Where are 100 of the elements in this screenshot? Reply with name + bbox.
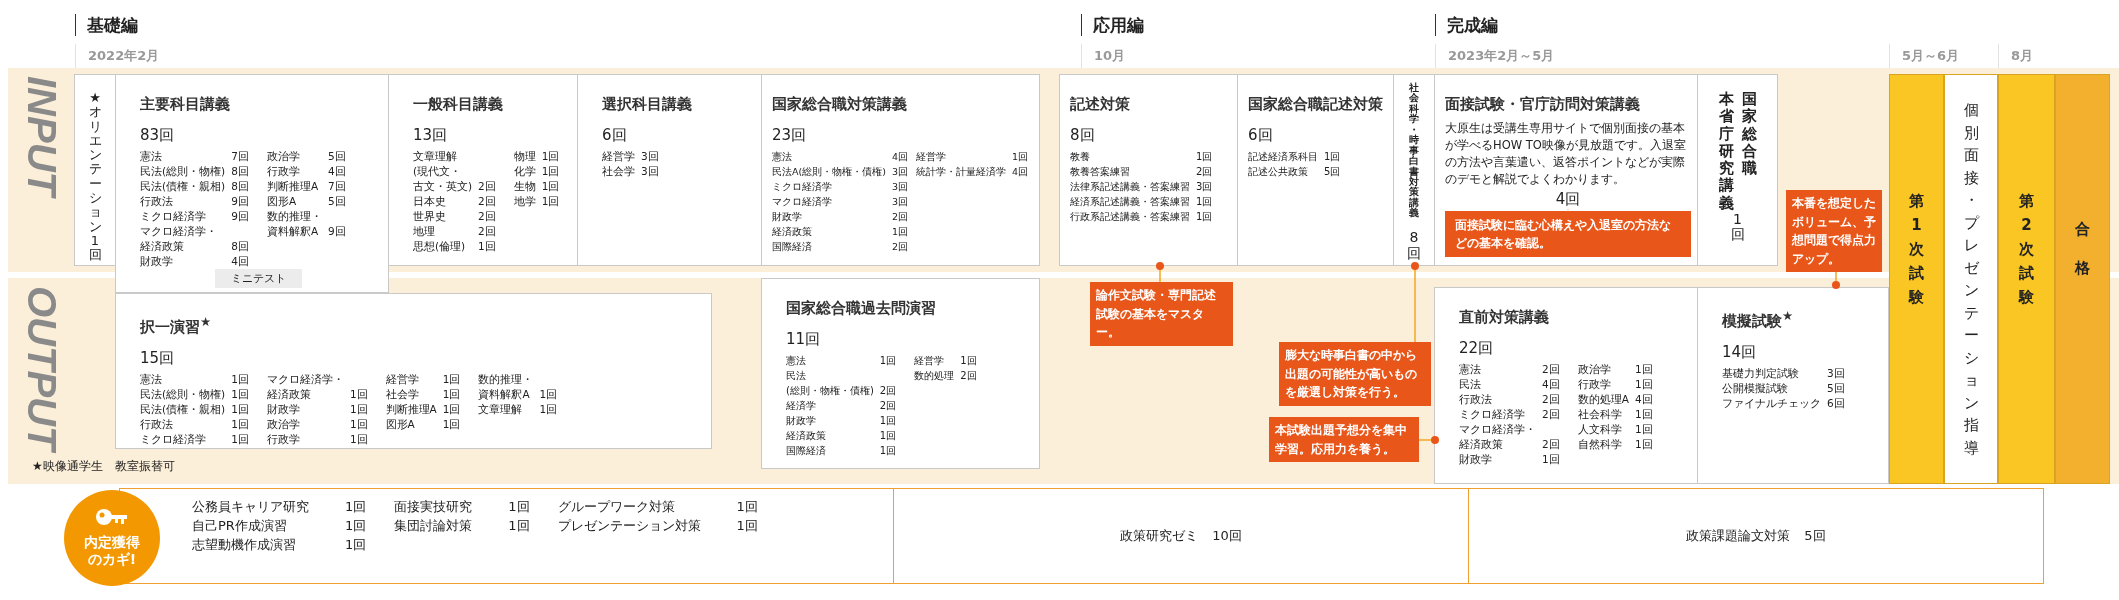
subject-name: 民法 [1459,377,1482,392]
session-count: 5回 [1827,381,1845,396]
subject-name: 国際経済 [786,444,827,458]
session-count: 2回 [879,384,897,398]
exam-step: 合格 [2055,74,2110,484]
session-count: 1回 [736,498,758,516]
session-count: 1回 [345,536,367,554]
session-count: 5回 [1804,527,1826,545]
session-count: 1回 [1634,362,1653,377]
course-title: 一般科目講義 [413,95,504,114]
session-count: 1回 [231,372,249,387]
subject-name: 財政学 [1459,452,1493,467]
session-count: 6回 [1248,126,1274,145]
subject-name: 経済政策 [140,239,185,254]
course-title: 面接試験・官庁訪問対策講義 [1445,95,1641,114]
subject-name: 経済政策 [266,387,312,402]
session-count: 2回 [891,240,908,254]
course-title: 国家総合職過去問演習 [786,299,937,318]
subject-name: 行政学 [266,164,301,179]
subject-name: 行政学 [266,432,301,447]
subject-name: 数的処理 [914,369,955,383]
session-count: 2回 [478,224,496,239]
subject-name: 経済政策 [772,225,813,239]
session-count: 1回 [1634,437,1653,452]
subject-name: 社会学 [602,164,635,179]
program-name: 面接実技研究 [394,498,473,516]
session-count: 1回 [1730,211,1745,243]
callout: 本番を想定したボリューム、予想問題で得点力アップ。 [1786,190,1882,273]
leader-line [1564,209,1572,211]
session-count: 1回 [508,517,530,535]
subject-name: 人文科学 [1577,422,1623,437]
session-count: 2回 [1542,392,1560,407]
session-count: 8回 [231,164,249,179]
program-name: 政策課題論文対策 [1686,527,1791,545]
session-count: 9回 [327,224,346,239]
session-count: 1回 [349,387,368,402]
session-count: 5回 [327,194,346,209]
subject-name: ミクロ経済学 [1459,407,1526,422]
course-title: 国家総合職対策講義 [772,95,908,114]
subject-name: ファイナルチェック [1722,396,1821,411]
badge-text: のカギ! [87,551,137,569]
subject-name: 地学 [513,194,536,209]
subject-name: 日本史 [413,194,447,209]
course-title: 模擬試験$^{★}$ [1722,308,1795,331]
row-label: INPUT [18,76,65,196]
subject-name: 行政法 [1459,392,1493,407]
subject-name: 記述経済系科目 [1248,150,1318,164]
session-count: 4回 [1011,165,1028,179]
subject-name: マクロ経済学 [772,195,833,209]
program-name: 自己PR作成演習 [192,517,288,535]
session-count: 14回 [1722,343,1758,362]
session-count: 1回 [88,233,102,263]
subject-name: 政治学 [1577,362,1612,377]
session-count: 1回 [231,402,249,417]
subject-name: 経済政策 [786,429,827,443]
session-count: 8回 [1407,230,1421,261]
subject-name: 資料解釈A [266,224,320,239]
session-count: 15回 [140,349,176,368]
subject-name: 民法(債権・親相) [140,179,226,194]
session-count: 1回 [541,194,560,209]
session-count: 3回 [641,149,659,164]
session-count: 4回 [891,150,908,164]
session-count: 9回 [231,194,249,209]
subject-name: 化学 [513,164,536,179]
subject-name: 民法A(総則・物権・債権) [772,165,886,179]
program-name: 政策研究ゼミ [1120,527,1199,545]
subject-name: 数的処理A [1577,392,1629,407]
session-count: 2回 [960,369,977,383]
session-count: 2回 [478,194,496,209]
program-name: 集団討論対策 [394,517,473,535]
badge-text: 内定獲得 [84,533,140,551]
session-count: 3回 [891,165,908,179]
session-count: 6回 [602,126,628,145]
subject-name: マクロ経済学・ [1459,422,1536,437]
callout: 論作文試験・専門記述試験の基本をマスター。 [1090,282,1233,346]
subject-name: 経済系記述講義・答案練習 [1070,195,1190,209]
footnote: ★映像通学生 教室振替可 [31,458,176,475]
program-name: 公務員キャリア研究 [192,498,309,516]
subject-name: 行政法 [140,417,174,432]
subject-name: 自然科学 [1577,437,1623,452]
session-count: 1回 [345,517,367,535]
subject-name: 民法(債権・親相) [140,402,226,417]
exam-step: 第1次試験 [1889,74,1944,484]
subject-name: 財政学 [786,414,817,428]
session-count: 7回 [231,149,249,164]
session-count: 1回 [1011,150,1028,164]
subject-name: 財政学 [266,402,301,417]
session-count: 1回 [891,225,908,239]
subject-name: 行政法 [140,194,174,209]
session-count: 1回 [1542,452,1560,467]
subject-name: マクロ経済学・ [140,224,218,239]
subject-name: 経済学 [786,399,817,413]
session-count: 2回 [1542,437,1560,452]
session-count: 1回 [1196,210,1213,224]
session-count: 1回 [442,402,461,417]
session-count: 1回 [879,429,897,443]
subject-name: 統計学・計量経済学 [915,165,1006,179]
subject-name: 数的推理・ [266,209,322,224]
subject-name: 財政学 [140,254,174,269]
session-count: 1回 [442,387,461,402]
